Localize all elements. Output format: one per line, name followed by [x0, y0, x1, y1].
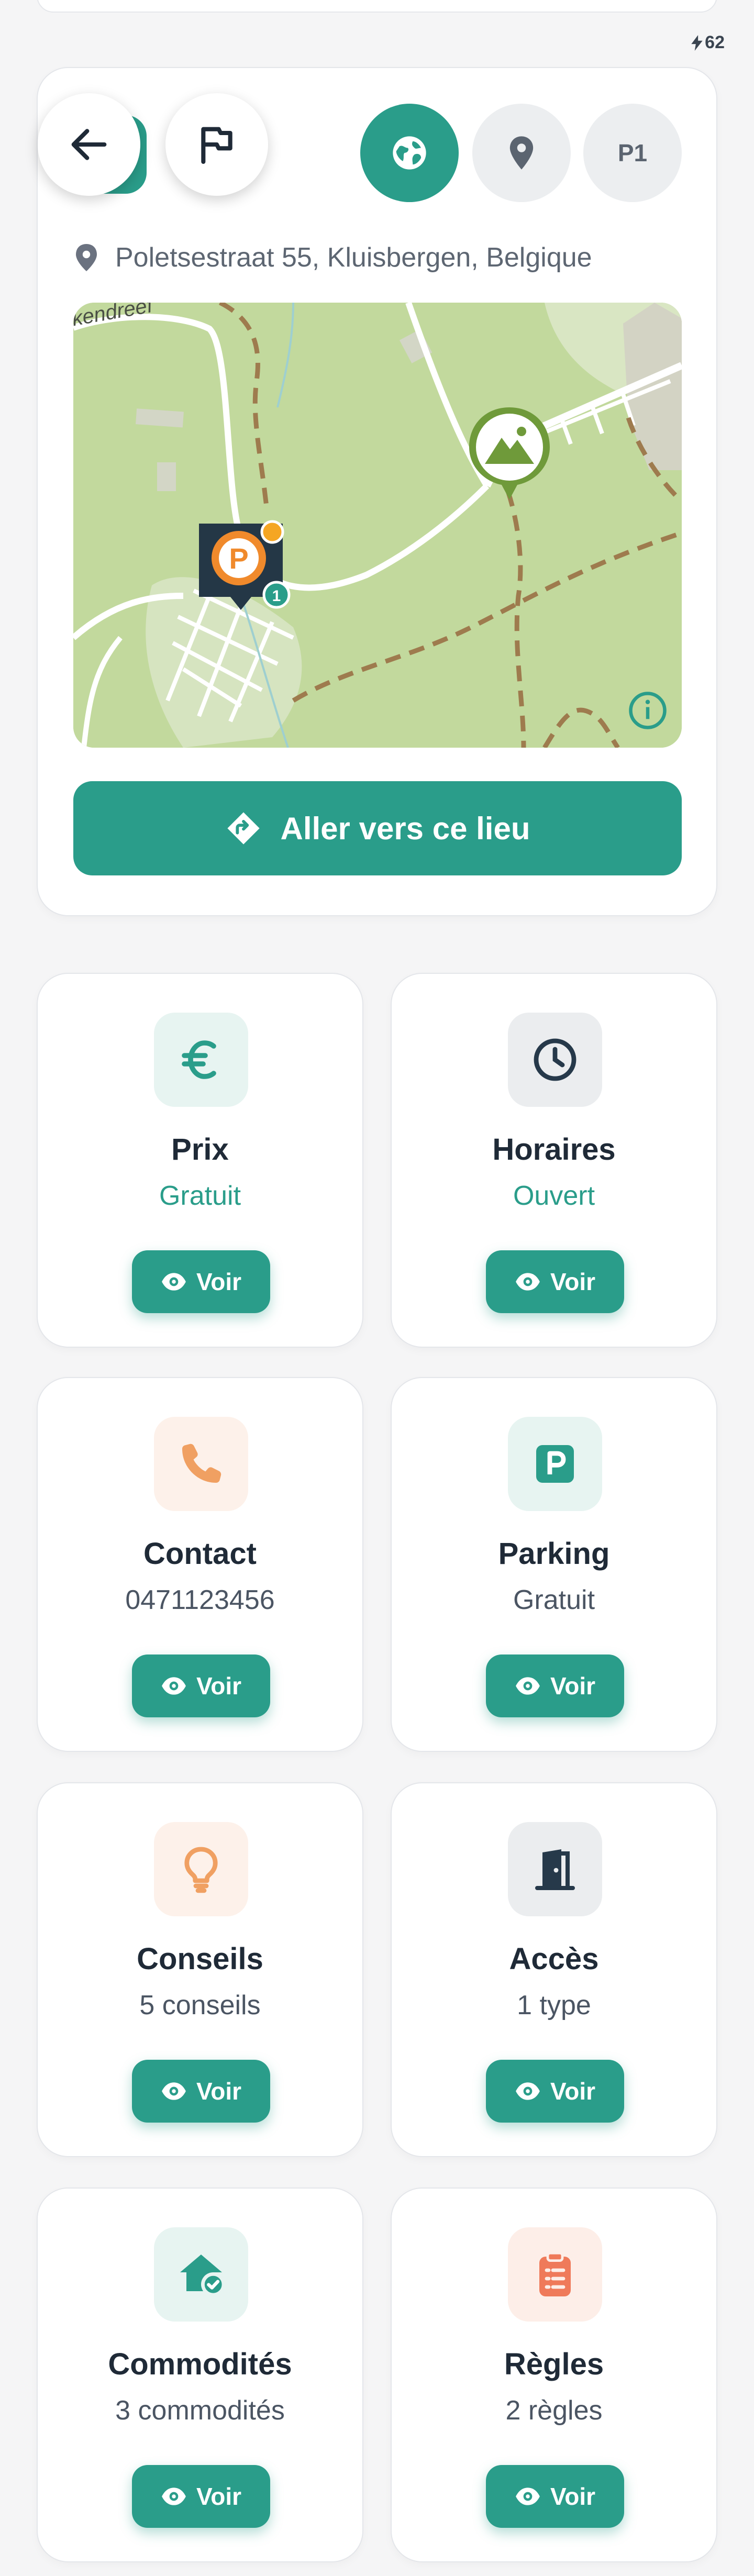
parking-p1-button[interactable]: P1: [583, 104, 682, 202]
view-label: Voir: [196, 2483, 242, 2510]
view-label: Voir: [550, 2078, 596, 2105]
eye-icon: [162, 2082, 186, 2100]
clock-icon: [534, 1038, 576, 1081]
tile-icon-box: [508, 1822, 602, 1916]
tile-amenities[interactable]: Commodités 3 commodités Voir: [37, 2188, 363, 2562]
previous-card-edge: [37, 0, 717, 13]
tile-value: 5 conseils: [139, 1990, 261, 2020]
eye-icon: [162, 2488, 186, 2505]
tile-value: 0471123456: [125, 1585, 275, 1615]
globe-icon: [393, 136, 426, 170]
tile-icon-box: [508, 1013, 602, 1107]
tile-icon-box: [154, 1417, 248, 1511]
eye-icon: [162, 1677, 186, 1695]
map-pin-icon: [509, 136, 534, 170]
tile-value: Ouvert: [513, 1181, 595, 1211]
view-label: Voir: [196, 1268, 242, 1295]
info-icon[interactable]: [627, 690, 668, 731]
view-label: Voir: [550, 1268, 596, 1295]
website-button[interactable]: [360, 104, 459, 202]
map-terrain: [73, 303, 682, 748]
place-detail-screen: 62 P1 Poletsestraat 55, Kluisbergen, Bel…: [0, 0, 754, 2576]
tile-title: Prix: [171, 1132, 229, 1167]
view-access-button[interactable]: Voir: [486, 2060, 624, 2123]
parking-marker[interactable]: P 1: [194, 518, 298, 623]
view-contact-button[interactable]: Voir: [132, 1655, 270, 1717]
tile-title: Commodités: [108, 2347, 292, 2381]
eye-icon: [516, 1677, 540, 1695]
address-text: Poletsestraat 55, Kluisbergen, Belgique: [115, 242, 592, 273]
location-button[interactable]: [472, 104, 571, 202]
tile-icon-box: [154, 1013, 248, 1107]
flag-icon: [201, 127, 232, 164]
tile-title: Conseils: [137, 1942, 263, 1976]
parking-count: 1: [272, 587, 281, 605]
tile-title: Horaires: [492, 1132, 616, 1167]
tile-value: Gratuit: [513, 1585, 595, 1615]
tile-price[interactable]: Prix Gratuit Voir: [37, 973, 363, 1348]
eye-icon: [516, 2082, 540, 2100]
tile-tips[interactable]: Conseils 5 conseils Voir: [37, 1782, 363, 2157]
tile-value: 2 règles: [505, 2395, 603, 2426]
tile-hours[interactable]: Horaires Ouvert Voir: [391, 973, 717, 1348]
map-pin-icon: [76, 244, 97, 271]
home-check-icon: [180, 2255, 225, 2296]
tile-access[interactable]: Accès 1 type Voir: [391, 1782, 717, 2157]
view-label: Voir: [196, 1672, 242, 1700]
parking-icon: [536, 1445, 574, 1483]
p1-label: P1: [617, 139, 648, 166]
view-parking-button[interactable]: Voir: [486, 1655, 624, 1717]
eye-icon: [516, 2488, 540, 2505]
eye-icon: [516, 1273, 540, 1291]
report-flag-button[interactable]: [165, 93, 268, 196]
view-tips-button[interactable]: Voir: [132, 2060, 270, 2123]
arrow-left-icon: [71, 129, 107, 160]
tile-title: Accès: [509, 1942, 599, 1976]
euro-icon: [182, 1040, 216, 1079]
bolt-icon: [691, 35, 703, 51]
view-label: Voir: [550, 2483, 596, 2510]
tile-icon-box: [508, 2227, 602, 2322]
tile-icon-box: [154, 1822, 248, 1916]
tile-title: Parking: [498, 1537, 610, 1571]
view-hours-button[interactable]: Voir: [486, 1250, 624, 1313]
view-label: Voir: [550, 1672, 596, 1700]
tile-rules[interactable]: Règles 2 règles Voir: [391, 2188, 717, 2562]
viewpoint-marker[interactable]: [465, 405, 554, 505]
tile-value: 1 type: [517, 1990, 591, 2020]
parking-letter: P: [229, 542, 248, 575]
tile-title: Règles: [504, 2347, 604, 2381]
tile-icon-box: [154, 2227, 248, 2322]
eye-icon: [162, 1273, 186, 1291]
tile-value: Gratuit: [159, 1181, 241, 1211]
navigate-button[interactable]: Aller vers ce lieu: [73, 781, 682, 875]
navigate-label: Aller vers ce lieu: [280, 810, 530, 846]
view-price-button[interactable]: Voir: [132, 1250, 270, 1313]
battery-level: 62: [705, 32, 725, 52]
address-row: Poletsestraat 55, Kluisbergen, Belgique: [73, 242, 592, 273]
view-amenities-button[interactable]: Voir: [132, 2465, 270, 2528]
view-rules-button[interactable]: Voir: [486, 2465, 624, 2528]
tile-parking[interactable]: Parking Gratuit Voir: [391, 1377, 717, 1752]
tile-contact[interactable]: Contact 0471123456 Voir: [37, 1377, 363, 1752]
door-icon: [535, 1849, 575, 1890]
tile-value: 3 commodités: [115, 2395, 285, 2426]
location-map[interactable]: kendreef P 1: [73, 303, 682, 748]
back-button[interactable]: [38, 93, 140, 196]
phone-icon: [182, 1444, 221, 1483]
clipboard-list-icon: [539, 2251, 571, 2296]
directions-icon: [227, 812, 260, 845]
view-label: Voir: [196, 2078, 242, 2105]
tile-icon-box: [508, 1417, 602, 1511]
battery-indicator: 62: [691, 32, 725, 53]
lightbulb-icon: [184, 1847, 218, 1893]
tile-title: Contact: [143, 1537, 257, 1571]
